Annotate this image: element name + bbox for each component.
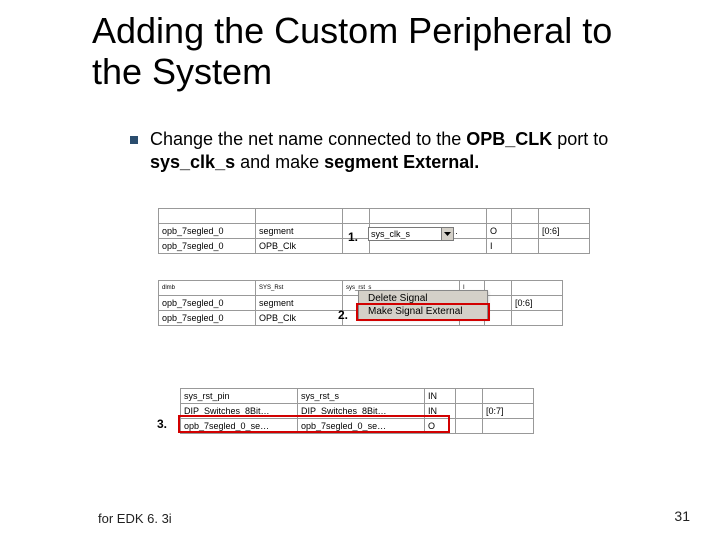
context-menu[interactable]: Delete Signal Make Signal External: [358, 290, 488, 320]
bullet-strong-1: OPB_CLK: [466, 129, 552, 149]
cell-direction: O: [487, 224, 512, 239]
table-row[interactable]: sys_rst_pin sys_rst_s IN: [181, 389, 534, 404]
cell-net[interactable]: opb_7segled_0_se…: [298, 419, 425, 434]
cell: [590, 209, 627, 224]
cell-direction: IN: [425, 389, 456, 404]
table-row: [159, 209, 627, 224]
footer-note: for EDK 6. 3i: [98, 511, 172, 526]
cell: [512, 224, 539, 239]
menu-item-make-external[interactable]: Make Signal External: [360, 305, 486, 318]
bullet-text: Change the net name connected to the OPB…: [150, 128, 650, 175]
cell: [485, 311, 512, 326]
cell-direction: O: [425, 419, 456, 434]
bullet-text-a: Change the net name connected to the: [150, 129, 466, 149]
cell-instance: opb_7segled_0: [159, 239, 256, 254]
cell: [485, 281, 512, 296]
cell: [256, 209, 343, 224]
cell-name: sys_rst_pin: [181, 389, 298, 404]
cell-range: [483, 419, 534, 434]
cell-name: DIP_Switches_8Bit…: [181, 404, 298, 419]
cell-range: [512, 311, 563, 326]
cell: [590, 239, 627, 254]
cell-net[interactable]: DIP_Switches_8Bit…: [298, 404, 425, 419]
cell-direction: IN: [425, 404, 456, 419]
cell: [590, 224, 627, 239]
cell: dlmb: [159, 281, 256, 296]
bullet-text-c: and make: [235, 152, 324, 172]
cell-net[interactable]: sys_rst_s: [298, 389, 425, 404]
cell-range: [483, 389, 534, 404]
cell: [512, 239, 539, 254]
table-row[interactable]: opb_7segled_0_se… opb_7segled_0_se… O: [181, 419, 534, 434]
cell: [456, 404, 483, 419]
bullet-text-b: port to: [552, 129, 608, 149]
cell-instance: opb_7segled_0: [159, 311, 256, 326]
step-3-label: 3.: [157, 417, 167, 431]
slide-title: Adding the Custom Peripheral to the Syst…: [92, 10, 672, 93]
cell: [456, 389, 483, 404]
net-name-input[interactable]: [369, 228, 441, 240]
cell: [487, 209, 512, 224]
cell: [512, 209, 539, 224]
table-row[interactable]: DIP_Switches_8Bit… DIP_Switches_8Bit… IN…: [181, 404, 534, 419]
menu-item-delete-signal[interactable]: Delete Signal: [360, 292, 486, 305]
step-2-label: 2.: [338, 308, 348, 322]
bullet-strong-3: segment External.: [324, 152, 479, 172]
cell-port: OPB_Clk: [256, 239, 343, 254]
cell: [370, 209, 487, 224]
cell-range: [539, 239, 590, 254]
external-ports-table: sys_rst_pin sys_rst_s IN DIP_Switches_8B…: [180, 388, 534, 434]
cell: [512, 281, 563, 296]
cell: [485, 296, 512, 311]
cell-port: segment: [256, 296, 343, 311]
page-number: 31: [674, 508, 690, 524]
bullet-strong-2: sys_clk_s: [150, 152, 235, 172]
step3-table: sys_rst_pin sys_rst_s IN DIP_Switches_8B…: [180, 388, 534, 434]
dropdown-arrow-icon[interactable]: [441, 228, 453, 240]
step2-table: dlmb SYS_Rst sys_rst_s I opb_7segled_0 s…: [158, 280, 563, 326]
cell: [159, 209, 256, 224]
step1-table: opb_7segled_0 segment opb_7segled_0_se… …: [158, 208, 627, 254]
net-name-combobox[interactable]: [368, 227, 454, 241]
bullet-icon: [130, 136, 138, 144]
cell-range: [0:6]: [512, 296, 563, 311]
cell-instance: opb_7segled_0: [159, 296, 256, 311]
cell-direction: I: [487, 239, 512, 254]
cell-port: segment: [256, 224, 343, 239]
cell-range: [0:6]: [539, 224, 590, 239]
bullet-row: Change the net name connected to the OPB…: [130, 128, 650, 175]
cell: [539, 209, 590, 224]
slide: Adding the Custom Peripheral to the Syst…: [0, 0, 720, 540]
cell: SYS_Rst: [256, 281, 343, 296]
cell-instance: opb_7segled_0: [159, 224, 256, 239]
step-1-label: 1.: [348, 230, 358, 244]
cell: [456, 419, 483, 434]
cell-port: OPB_Clk: [256, 311, 343, 326]
cell-name: opb_7segled_0_se…: [181, 419, 298, 434]
cell: [343, 209, 370, 224]
cell-range: [0:7]: [483, 404, 534, 419]
